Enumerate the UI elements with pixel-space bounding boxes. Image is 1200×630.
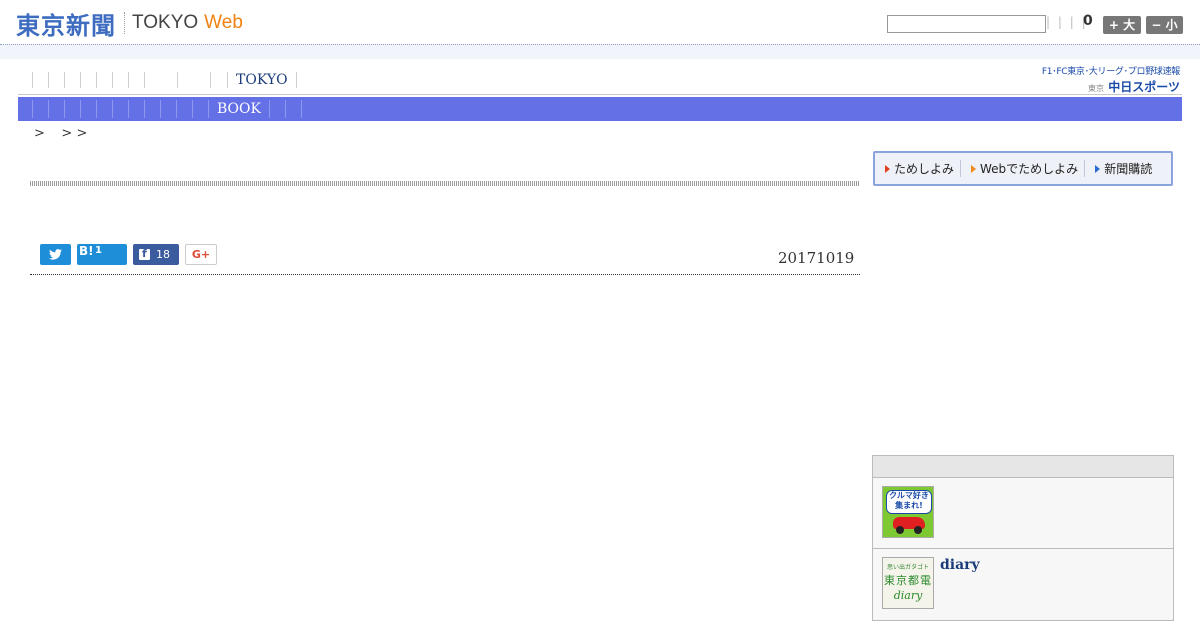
- subscription-box: ためしよみ Webでためしよみ 新聞購読: [873, 151, 1173, 186]
- diary-link[interactable]: diary: [940, 557, 980, 573]
- diary-thumb-title: 東京都電: [884, 574, 932, 587]
- section-nav-item[interactable]: [176, 100, 192, 118]
- section-nav-item[interactable]: [192, 100, 208, 118]
- counter-value: 0: [1083, 13, 1093, 29]
- facebook-count: 18: [156, 248, 170, 261]
- section-nav-item[interactable]: [128, 100, 144, 118]
- nav-item[interactable]: [32, 72, 48, 88]
- nav-item[interactable]: [128, 72, 144, 88]
- sidebar-feature-panel: クルマ好き集まれ! 思い出ガタゴト 東京都電 diary diary: [872, 455, 1174, 621]
- section-nav: BOOK: [18, 97, 1182, 121]
- site-header: 東京新聞 TOKYO Web | | | | 0 + 大 − 小: [0, 0, 1200, 46]
- wheel-icon: [896, 526, 904, 534]
- font-size-large-button[interactable]: + 大: [1103, 16, 1141, 34]
- subscribe-link[interactable]: 新聞購読: [1085, 160, 1158, 177]
- nav-item[interactable]: [112, 72, 128, 88]
- diary-thumb-subtitle: diary: [893, 589, 923, 602]
- nav-item[interactable]: [210, 72, 227, 88]
- arrow-right-icon: [1095, 164, 1101, 173]
- web-trial-read-link[interactable]: Webでためしよみ: [961, 160, 1086, 177]
- facebook-icon: [139, 247, 150, 260]
- trial-read-link[interactable]: ためしよみ: [875, 160, 962, 177]
- article-header-rule: [30, 181, 860, 186]
- section-nav-item[interactable]: [112, 100, 128, 118]
- section-nav-item[interactable]: [80, 100, 96, 118]
- hatena-count: 1: [95, 245, 102, 256]
- sidebar-panel-header: [873, 456, 1173, 478]
- article-divider: [30, 274, 860, 275]
- logo-divider: [124, 12, 126, 34]
- car-club-thumbnail[interactable]: クルマ好き集まれ!: [882, 486, 934, 538]
- nav-item[interactable]: [80, 72, 96, 88]
- nav-item-tokyo[interactable]: TOKYO: [227, 72, 297, 88]
- nav-item[interactable]: [177, 72, 210, 88]
- wheel-icon: [914, 526, 922, 534]
- section-nav-item[interactable]: [144, 100, 160, 118]
- trial-read-label: ためしよみ: [894, 162, 955, 176]
- nav-item[interactable]: [48, 72, 64, 88]
- nav-item[interactable]: [144, 72, 177, 88]
- arrow-right-icon: [971, 164, 977, 173]
- section-nav-item[interactable]: [32, 100, 48, 118]
- nav-item[interactable]: [96, 72, 112, 88]
- twitter-share-button[interactable]: [40, 244, 71, 265]
- section-nav-item[interactable]: [64, 100, 80, 118]
- google-plus-button[interactable]: G+: [185, 244, 217, 265]
- hatena-icon: B!: [79, 244, 94, 258]
- sports-banner-name: 中日スポーツ: [1108, 80, 1180, 94]
- subscribe-label: 新聞購読: [1104, 162, 1153, 176]
- diary-thumb-caption: 思い出ガタゴト: [886, 564, 929, 571]
- share-bar: B! 1 18 G+: [40, 244, 217, 265]
- section-nav-item[interactable]: [286, 100, 302, 118]
- chunichi-sports-banner[interactable]: F1･FC東京･大リーグ･プロ野球速報 東京 中日スポーツ: [1026, 64, 1180, 95]
- sidebar-feature-item[interactable]: 思い出ガタゴト 東京都電 diary diary: [873, 549, 1173, 619]
- car-club-bubble: クルマ好き集まれ!: [886, 490, 932, 514]
- breadcrumb[interactable]: > > >: [34, 126, 87, 141]
- section-nav-item[interactable]: [48, 100, 64, 118]
- section-nav-item[interactable]: [160, 100, 176, 118]
- web-trial-read-label: Webでためしよみ: [980, 162, 1079, 176]
- logo-english: TOKYO: [132, 12, 199, 33]
- arrow-right-icon: [885, 164, 890, 173]
- header-divider-band: [0, 44, 1200, 59]
- diary-thumbnail[interactable]: 思い出ガタゴト 東京都電 diary: [882, 557, 934, 609]
- nav-item[interactable]: [64, 72, 80, 88]
- facebook-share-button[interactable]: 18: [133, 244, 179, 265]
- font-size-small-button[interactable]: − 小: [1146, 16, 1183, 34]
- sports-banner-title: 東京 中日スポーツ: [1026, 78, 1180, 95]
- sports-banner-caption: F1･FC東京･大リーグ･プロ野球速報: [1041, 67, 1180, 77]
- utility-links[interactable]: | | | |: [1046, 15, 1088, 29]
- site-logo[interactable]: 東京新聞 TOKYO Web: [16, 8, 243, 40]
- sidebar-feature-item[interactable]: クルマ好き集まれ!: [873, 478, 1173, 549]
- article-date: 20171019: [778, 249, 855, 267]
- section-nav-item[interactable]: [96, 100, 112, 118]
- search-input[interactable]: [887, 15, 1046, 33]
- section-nav-item[interactable]: [270, 100, 286, 118]
- global-nav: TOKYO F1･FC東京･大リーグ･プロ野球速報 東京 中日スポーツ: [18, 64, 1182, 95]
- twitter-icon: [49, 249, 62, 260]
- hatena-bookmark-button[interactable]: B! 1: [77, 244, 127, 265]
- logo-web: Web: [204, 12, 243, 33]
- logo-japanese: 東京新聞: [16, 11, 116, 40]
- sports-banner-prefix: 東京: [1088, 84, 1105, 93]
- section-nav-item-book[interactable]: BOOK: [208, 100, 270, 118]
